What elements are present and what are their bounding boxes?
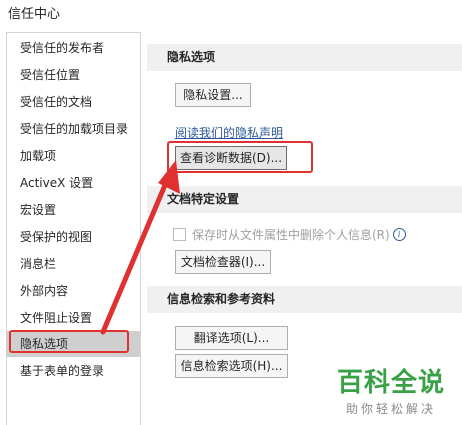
title-bar: 信任中心 [0,0,462,22]
settings-panel: 隐私选项 隐私设置... 阅读我们的隐私声明 查看诊断数据(D)... 文档特定… [147,32,462,425]
watermark-title: 百科全说 [336,368,445,398]
privacy-options-header: 隐私选项 [147,44,462,71]
sidebar-item-form-based-signin[interactable]: 基于表单的登录 [7,358,140,384]
sidebar-item-trusted-addin-catalogs[interactable]: 受信任的加载项目录 [7,116,140,142]
remove-personal-info-row: 保存时从文件属性中删除个人信息(R) i [173,226,406,242]
sidebar-item-trusted-locations[interactable]: 受信任位置 [7,62,140,88]
document-inspector-button[interactable]: 文档检查器(I)... [175,250,271,274]
watermark: 百科全说 助你轻松解决 [336,368,446,417]
remove-personal-info-checkbox[interactable] [173,227,186,241]
sidebar-nav: 受信任的发布者 受信任位置 受信任的文档 受信任的加载项目录 加载项 Activ… [6,32,141,425]
sidebar-item-file-block-settings[interactable]: 文件阻止设置 [7,305,140,331]
sidebar-item-activex-settings[interactable]: ActiveX 设置 [7,170,140,196]
research-and-reference-header: 信息检索和参考资料 [147,286,462,313]
watermark-subtitle: 助你轻松解决 [345,402,436,416]
privacy-settings-button[interactable]: 隐私设置... [175,83,251,107]
sidebar-item-privacy-options[interactable]: 隐私选项 [7,331,140,357]
research-options-button[interactable]: 信息检索选项(H)... [175,354,288,378]
document-specific-settings-header: 文档特定设置 [147,186,462,213]
sidebar-item-external-content[interactable]: 外部内容 [7,278,140,304]
sidebar-item-macro-settings[interactable]: 宏设置 [7,197,140,223]
translation-options-button[interactable]: 翻译选项(L)... [175,326,288,350]
remove-personal-info-label: 保存时从文件属性中删除个人信息(R) [192,227,390,242]
sidebar-item-protected-view[interactable]: 受保护的视图 [7,224,140,250]
privacy-statement-link[interactable]: 阅读我们的隐私声明 [175,124,283,141]
sidebar-item-message-bar[interactable]: 消息栏 [7,251,140,277]
window-title: 信任中心 [8,7,61,22]
sidebar-item-trusted-documents[interactable]: 受信任的文档 [7,89,140,115]
sidebar-item-trusted-publishers[interactable]: 受信任的发布者 [7,35,140,61]
view-diagnostic-data-button[interactable]: 查看诊断数据(D)... [175,146,287,170]
sidebar-item-addins[interactable]: 加载项 [7,143,140,169]
info-icon: i [392,227,406,241]
